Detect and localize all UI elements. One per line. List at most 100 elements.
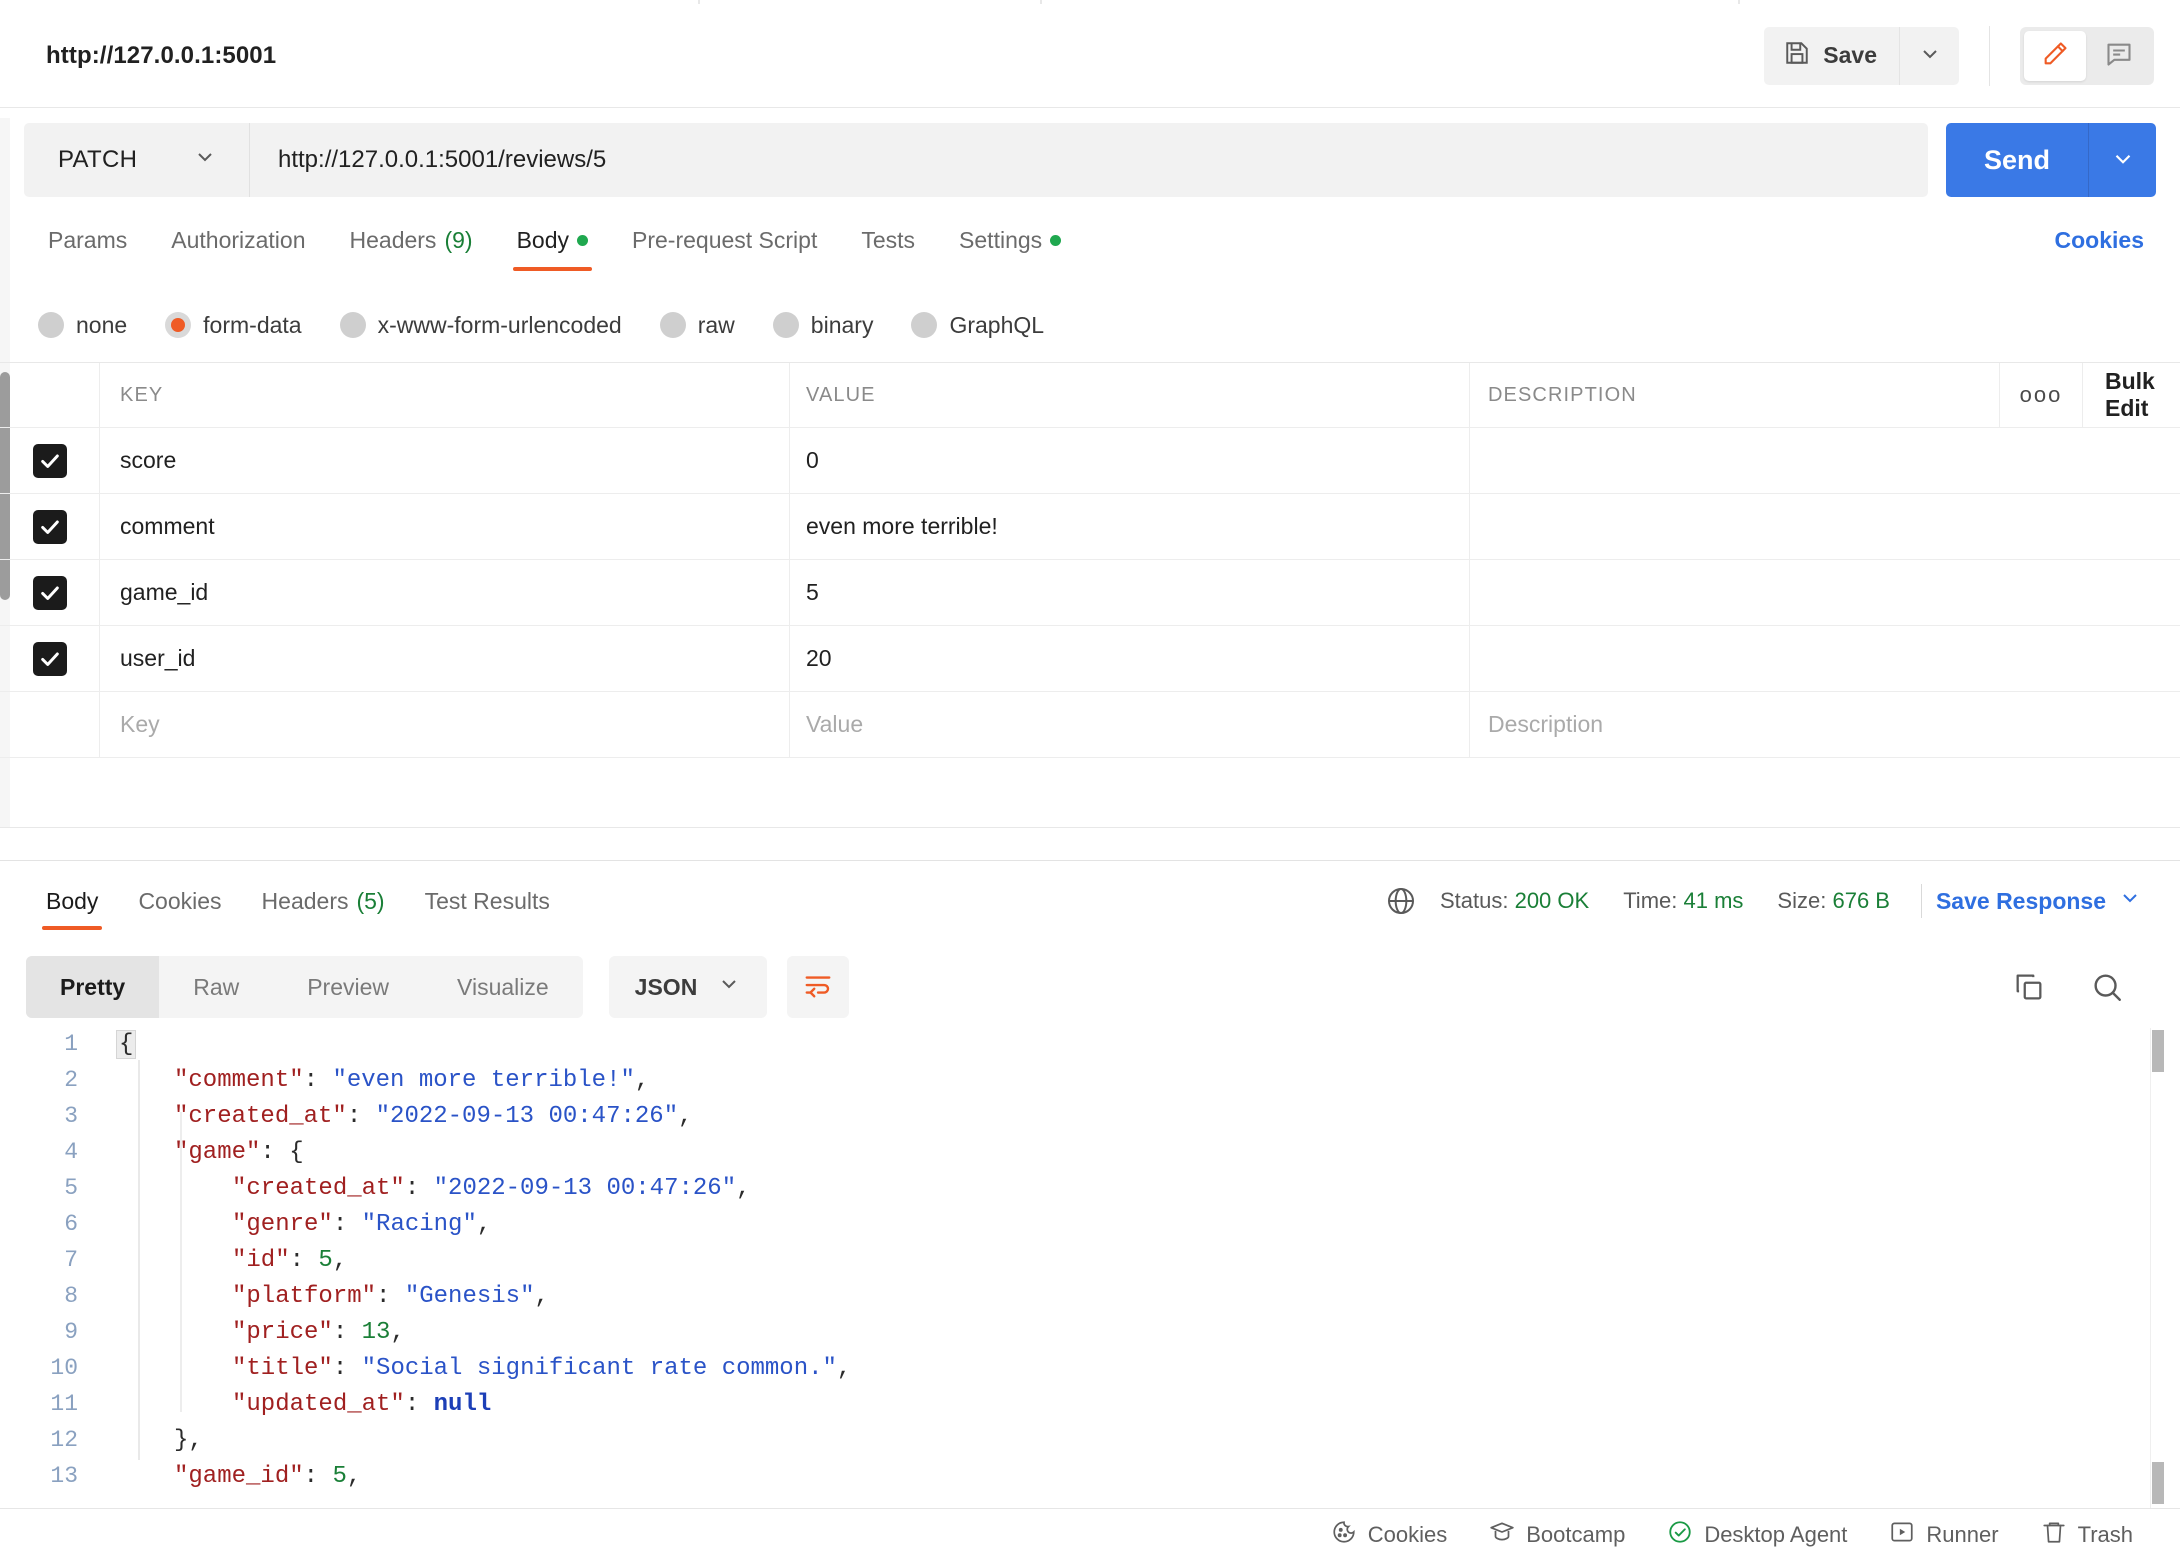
code-line-text[interactable]: "genre": "Racing",: [104, 1211, 491, 1238]
checkbox-checked-icon[interactable]: [33, 576, 67, 610]
request-cookies-link[interactable]: Cookies: [2055, 215, 2154, 254]
code-line: 8"platform": "Genesis",: [0, 1278, 2180, 1314]
radio-none[interactable]: none: [38, 312, 155, 339]
url-input[interactable]: [250, 123, 1928, 197]
code-line-text[interactable]: "updated_at": null: [104, 1391, 491, 1418]
code-line-text[interactable]: },: [104, 1427, 203, 1454]
code-token: ,: [390, 1319, 404, 1346]
row-value[interactable]: 5: [790, 560, 1470, 625]
row-value[interactable]: 20: [790, 626, 1470, 691]
radio-graphql[interactable]: GraphQL: [911, 312, 1072, 339]
table-row[interactable]: game_id 5: [0, 560, 2180, 626]
code-token: "created_at": [174, 1103, 347, 1130]
tab-pre-request-script[interactable]: Pre-request Script: [610, 215, 839, 265]
footer-item-bootcamp[interactable]: Bootcamp: [1468, 1519, 1646, 1551]
checkbox-checked-icon[interactable]: [33, 510, 67, 544]
radio-form-data[interactable]: form-data: [165, 312, 329, 339]
checkbox-checked-icon[interactable]: [33, 642, 67, 676]
status-badge: Status: 200 OK: [1423, 888, 1606, 914]
radio-x-www-form-urlencoded[interactable]: x-www-form-urlencoded: [340, 312, 650, 339]
code-scrollbar-thumb-top[interactable]: [2152, 1030, 2164, 1072]
response-format-select[interactable]: JSON: [609, 956, 768, 1018]
save-options-button[interactable]: [1899, 27, 1959, 85]
send-button[interactable]: Send: [1946, 123, 2088, 197]
bulk-edit-button[interactable]: Bulk Edit: [2083, 363, 2180, 427]
copy-icon[interactable]: [2012, 970, 2046, 1004]
new-row-key-input[interactable]: Key: [100, 692, 790, 757]
row-description[interactable]: [1470, 560, 2180, 625]
tab-settings[interactable]: Settings: [937, 215, 1083, 265]
search-icon[interactable]: [2090, 970, 2124, 1004]
code-line-text[interactable]: "created_at": "2022-09-13 00:47:26",: [104, 1103, 693, 1130]
row-description[interactable]: [1470, 626, 2180, 691]
response-tab-test-results[interactable]: Test Results: [405, 874, 570, 928]
table-new-row[interactable]: Key Value Description: [0, 692, 2180, 758]
send-button-group: Send: [1946, 123, 2156, 197]
send-options-button[interactable]: [2088, 123, 2156, 197]
footer-item-desktop-agent[interactable]: Desktop Agent: [1646, 1519, 1868, 1551]
table-row[interactable]: user_id 20: [0, 626, 2180, 692]
code-line-text[interactable]: "created_at": "2022-09-13 00:47:26",: [104, 1175, 751, 1202]
table-more-options-button[interactable]: ooo: [2000, 363, 2083, 427]
size-label: Size:: [1777, 888, 1826, 913]
new-row-value-input[interactable]: Value: [790, 692, 1470, 757]
table-row[interactable]: comment even more terrible!: [0, 494, 2180, 560]
tab-tests[interactable]: Tests: [839, 215, 937, 265]
line-number: 11: [0, 1391, 104, 1417]
row-description[interactable]: [1470, 494, 2180, 559]
edit-mode-button[interactable]: [2024, 31, 2086, 81]
view-pretty-button[interactable]: Pretty: [26, 956, 159, 1018]
checkbox-checked-icon[interactable]: [33, 444, 67, 478]
http-method-select[interactable]: PATCH: [24, 123, 250, 197]
footer-item-runner[interactable]: Runner: [1868, 1519, 2019, 1551]
view-visualize-button[interactable]: Visualize: [423, 956, 583, 1018]
row-description[interactable]: [1470, 428, 2180, 493]
code-line: 5"created_at": "2022-09-13 00:47:26",: [0, 1170, 2180, 1206]
radio-raw[interactable]: raw: [660, 312, 763, 339]
response-tab-headers[interactable]: Headers (5): [242, 874, 405, 928]
view-preview-button[interactable]: Preview: [273, 956, 423, 1018]
row-key[interactable]: game_id: [100, 560, 790, 625]
code-token: 13: [362, 1319, 391, 1346]
code-line-text[interactable]: "price": 13,: [104, 1319, 405, 1346]
response-meta: Status: 200 OK Time: 41 ms Size: 676 B S…: [1385, 884, 2154, 918]
code-line-text[interactable]: "title": "Social significant rate common…: [104, 1355, 851, 1382]
save-button[interactable]: Save: [1764, 27, 1899, 85]
row-checkbox-cell: [0, 560, 100, 625]
row-key[interactable]: score: [100, 428, 790, 493]
row-value[interactable]: even more terrible!: [790, 494, 1470, 559]
code-line-text[interactable]: "comment": "even more terrible!",: [104, 1067, 649, 1094]
view-raw-button[interactable]: Raw: [159, 956, 273, 1018]
globe-icon: [1385, 885, 1423, 917]
response-body-code-viewer[interactable]: 1{2"comment": "even more terrible!",3"cr…: [0, 1026, 2180, 1506]
table-row[interactable]: score 0: [0, 428, 2180, 494]
code-line-text[interactable]: "game_id": 5,: [104, 1463, 361, 1490]
word-wrap-toggle-button[interactable]: [787, 956, 849, 1018]
footer-item-trash[interactable]: Trash: [2020, 1519, 2154, 1551]
row-key[interactable]: user_id: [100, 626, 790, 691]
radio-binary[interactable]: binary: [773, 312, 902, 339]
response-tab-cookies[interactable]: Cookies: [118, 874, 241, 928]
code-token: "price": [232, 1319, 333, 1346]
tab-headers-label: Headers: [350, 227, 437, 254]
comment-mode-button[interactable]: [2088, 31, 2150, 81]
request-header-actions: Save: [1764, 4, 2180, 107]
tab-params[interactable]: Params: [26, 215, 149, 265]
row-value[interactable]: 0: [790, 428, 1470, 493]
save-response-button[interactable]: Save Response: [1936, 886, 2154, 916]
code-line: 2"comment": "even more terrible!",: [0, 1062, 2180, 1098]
response-tab-body[interactable]: Body: [26, 874, 118, 928]
code-line-text[interactable]: "id": 5,: [104, 1247, 347, 1274]
footer-item-cookies[interactable]: Cookies: [1310, 1519, 1468, 1551]
new-row-description-input[interactable]: Description: [1470, 692, 2180, 757]
row-checkbox-cell: [0, 626, 100, 691]
code-line-text[interactable]: "platform": "Genesis",: [104, 1283, 549, 1310]
tab-headers[interactable]: Headers (9): [328, 215, 495, 265]
code-scrollbar-thumb-bottom[interactable]: [2152, 1462, 2164, 1504]
tab-authorization[interactable]: Authorization: [149, 215, 327, 265]
code-line-text[interactable]: {: [104, 1030, 136, 1059]
code-line-text[interactable]: "game": {: [104, 1139, 304, 1166]
code-token: :: [333, 1211, 362, 1238]
tab-body[interactable]: Body: [495, 215, 610, 265]
row-key[interactable]: comment: [100, 494, 790, 559]
